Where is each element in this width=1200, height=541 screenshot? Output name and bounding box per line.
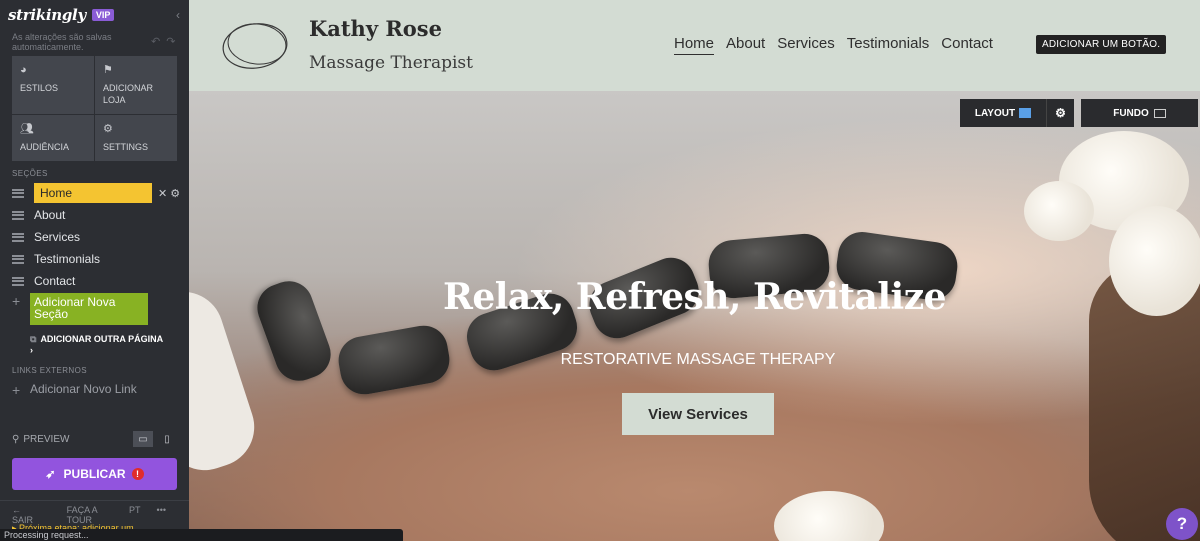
search-icon: ⚲ [12,433,20,445]
drag-handle-icon[interactable] [12,232,24,242]
drag-handle-icon[interactable] [12,276,24,286]
nav-testimonials[interactable]: Testimonials [847,35,930,55]
editor-sidebar: strikingly VIP ‹ As alterações são salva… [0,0,189,541]
hero-section[interactable]: LAYOUT ⚙ FUNDO Relax, Refresh, Revitaliz… [189,91,1200,541]
processing-status: Processing request... [0,529,403,541]
add-link-label: Adicionar Novo Link [30,382,137,396]
add-section-button[interactable]: Adicionar Nova Seção [30,293,148,325]
more-button[interactable]: ••• [157,505,166,525]
undo-icon[interactable]: ↶ [151,36,166,48]
drag-handle-icon[interactable] [12,188,24,198]
site-nav: Home About Services Testimonials Contact [674,35,1005,55]
undo-redo[interactable]: ↶↷ [151,35,181,48]
logo-row: strikingly VIP [8,6,115,24]
nav-home[interactable]: Home [674,35,715,55]
section-item-label[interactable]: Testimonials [34,252,100,266]
add-section-row: + Adicionar Nova Seção [12,293,148,325]
audience-label: AUDIÊNCIA [20,142,70,152]
publish-label: PUBLICAR [63,467,126,481]
drag-handle-icon[interactable] [12,254,24,264]
desktop-icon[interactable]: ▭ [133,431,153,447]
strikingly-logo: strikingly [8,6,86,24]
gear-icon: ⚙ [103,123,113,135]
gear-icon[interactable]: ⚙ [1046,99,1074,127]
alert-icon: ! [131,468,144,480]
pages-icon: ⧉ [30,334,37,344]
divider [0,500,189,501]
nav-services[interactable]: Services [777,35,835,55]
flower-image [774,491,884,541]
section-item-label[interactable]: Contact [34,274,75,288]
hero-subtitle[interactable]: RESTORATIVE MASSAGE THERAPY [189,351,1200,369]
background-button[interactable]: FUNDO [1081,99,1198,127]
redo-icon[interactable]: ↷ [166,36,181,48]
nav-contact[interactable]: Contact [941,35,993,55]
section-item-home[interactable]: Home ✕ ⚙ [12,183,182,203]
add-link-button[interactable]: + Adicionar Novo Link [12,382,137,398]
add-button-button[interactable]: ADICIONAR UM BOTÃO. [1036,35,1167,54]
palette-icon: ◕ [20,64,27,76]
add-store-button[interactable]: ⚑ ADICIONAR LOJA [95,56,177,114]
autosave-notice: As alterações são salvas automaticamente… [12,32,112,52]
flower-image [1024,181,1094,241]
language-button[interactable]: PT [129,505,141,525]
styles-button[interactable]: ◕ ESTILOS [12,56,94,114]
section-toolbar: LAYOUT ⚙ FUNDO [960,99,1198,127]
preview-row: ⚲ PREVIEW ▭ ▯ [12,431,177,447]
hero-title[interactable]: Relax, Refresh, Revitalize [189,276,1200,318]
add-page-label: ADICIONAR OUTRA PÁGINA [40,334,164,344]
section-tools: ✕ ⚙ [158,187,180,200]
help-icon[interactable]: ? [1166,508,1198,540]
chevron-right-icon: › [30,345,33,355]
styles-label: ESTILOS [20,83,59,93]
site-logo-icon [222,23,288,69]
exit-button[interactable]: ← SAIR [12,505,51,525]
layout-button[interactable]: LAYOUT [960,99,1046,127]
sections-label: SEÇÕES [12,169,48,178]
site-header: Kathy Rose Massage Therapist Home About … [189,0,1200,91]
section-item-testimonials[interactable]: Testimonials [12,249,182,269]
publish-button[interactable]: ➶ PUBLICAR ! [12,458,177,490]
vip-badge: VIP [91,9,115,21]
section-item-label[interactable]: Home [34,183,152,203]
image-icon [1153,108,1166,118]
layout-label: LAYOUT [974,107,1016,119]
section-item-contact[interactable]: Contact [12,271,182,291]
preview-label[interactable]: PREVIEW [23,434,129,445]
section-item-label[interactable]: About [34,208,65,222]
mobile-icon[interactable]: ▯ [157,431,177,447]
external-links-label: LINKS EXTERNOS [12,366,87,375]
people-icon: 👥︎ [20,123,34,135]
section-item-label[interactable]: Services [34,230,80,244]
add-page-button[interactable]: ⧉ ADICIONAR OUTRA PÁGINA › [30,334,180,356]
settings-button[interactable]: ⚙ SETTINGS [95,115,177,161]
add-store-label: ADICIONAR LOJA [103,83,154,105]
layout-icon [1019,108,1032,118]
settings-label: SETTINGS [103,142,149,152]
section-item-about[interactable]: About [12,205,182,225]
bottom-bar: ← SAIR FAÇA A TOUR PT ••• [12,505,182,525]
section-item-services[interactable]: Services [12,227,182,247]
plus-icon: + [12,293,21,309]
site-title[interactable]: Kathy Rose [309,16,442,41]
background-label: FUNDO [1113,107,1149,119]
nav-about[interactable]: About [726,35,765,55]
site-subtitle: Massage Therapist [309,53,473,73]
tour-button[interactable]: FAÇA A TOUR [67,505,113,525]
audience-button[interactable]: 👥︎ AUDIÊNCIA [12,115,94,161]
chevron-left-icon[interactable]: ‹ [176,8,180,22]
view-services-button[interactable]: View Services [622,393,774,435]
rocket-icon: ➶ [45,467,56,481]
close-icon[interactable]: ✕ [158,188,167,200]
tools-grid: ◕ ESTILOS ⚑ ADICIONAR LOJA 👥︎ AUDIÊNCIA … [12,56,177,161]
plus-icon: + [12,382,21,398]
gear-icon[interactable]: ⚙ [170,188,180,200]
drag-handle-icon[interactable] [12,210,24,220]
store-icon: ⚑ [103,64,113,76]
